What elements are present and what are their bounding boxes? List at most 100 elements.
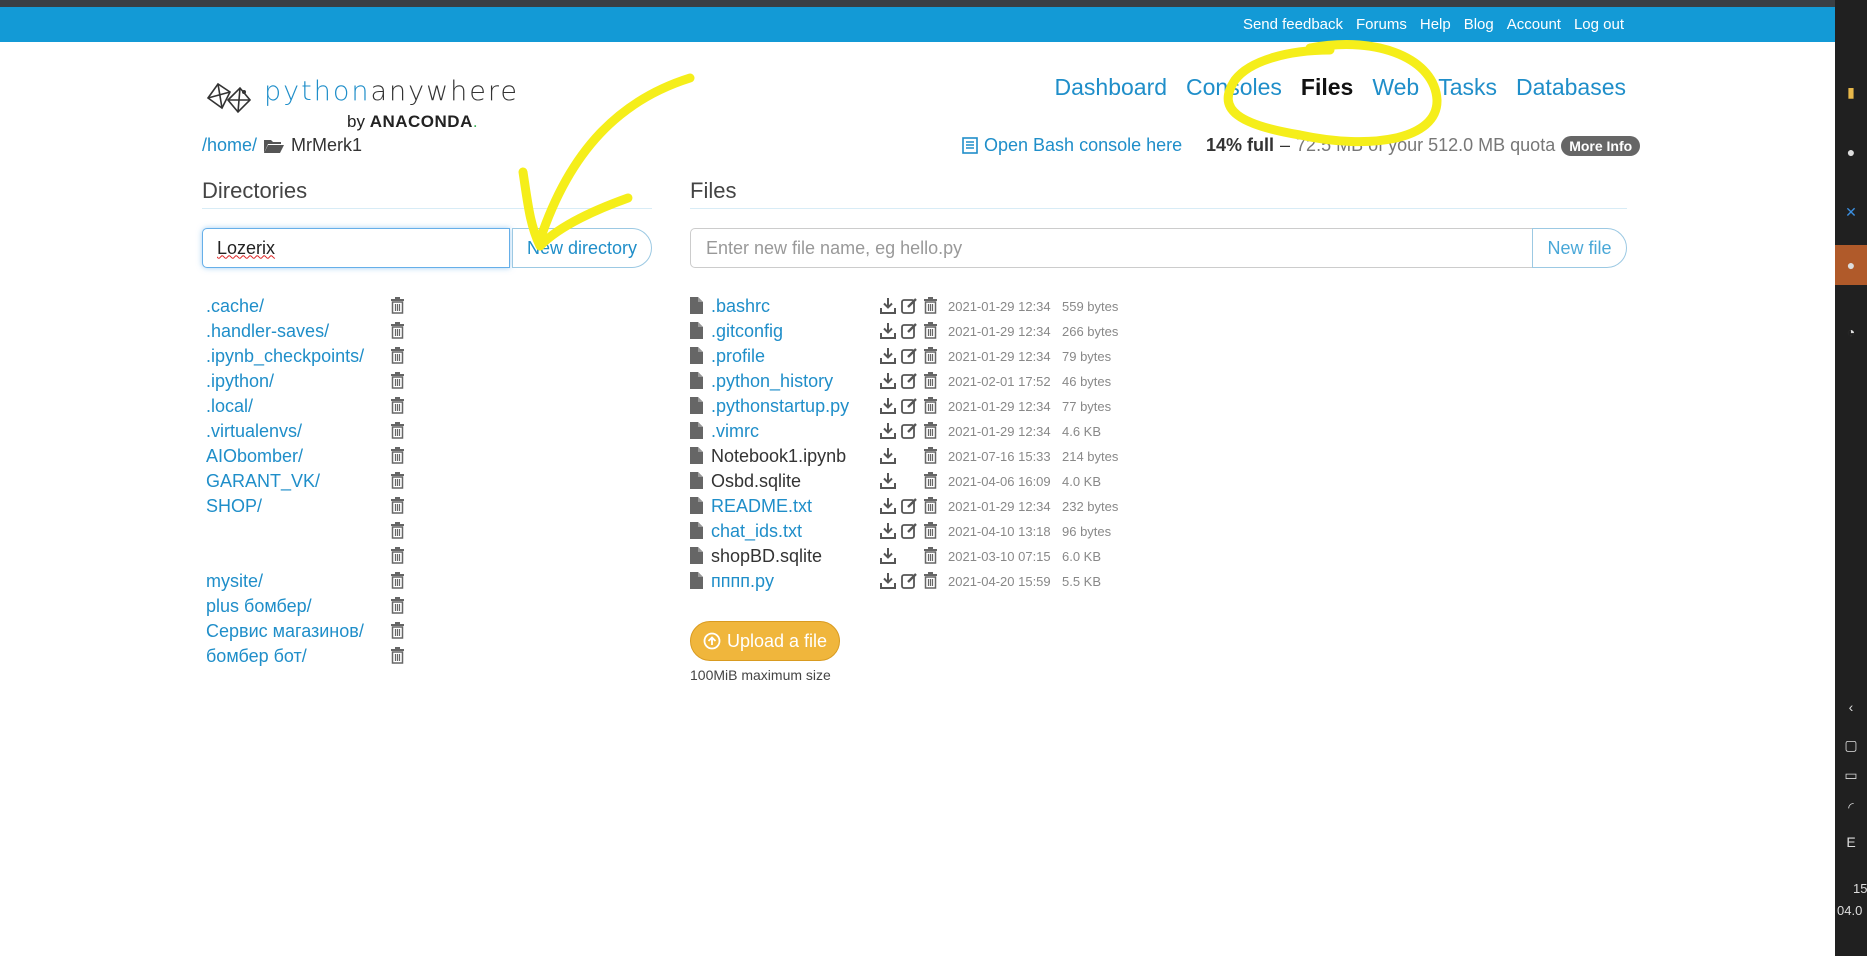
directory-link[interactable]: .ipython/ — [206, 371, 274, 392]
account-link[interactable]: Account — [1507, 16, 1561, 33]
download-icon[interactable] — [880, 497, 896, 519]
trash-icon[interactable] — [923, 472, 938, 494]
file-name[interactable]: .gitconfig — [711, 321, 783, 342]
download-icon[interactable] — [880, 397, 896, 419]
directory-link[interactable]: .ipynb_checkpoints/ — [206, 346, 364, 367]
browser-icon[interactable]: ● — [1835, 245, 1867, 285]
file-name[interactable]: .python_history — [711, 371, 833, 392]
download-icon[interactable] — [880, 297, 896, 319]
download-icon[interactable] — [880, 322, 896, 344]
directory-link[interactable]: Сервис магазинов/ — [206, 621, 364, 642]
nav-files[interactable]: Files — [1301, 74, 1353, 101]
download-icon[interactable] — [880, 447, 896, 469]
trash-icon[interactable] — [923, 572, 938, 594]
file-name[interactable]: README.txt — [711, 496, 812, 517]
trash-icon[interactable] — [390, 547, 405, 569]
nav-web[interactable]: Web — [1372, 74, 1419, 101]
trash-icon[interactable] — [923, 322, 938, 344]
vscode-icon[interactable]: ✕ — [1835, 192, 1867, 232]
download-icon[interactable] — [880, 372, 896, 394]
trash-icon[interactable] — [390, 322, 405, 344]
file-name[interactable]: .profile — [711, 346, 765, 367]
trash-icon[interactable] — [923, 522, 938, 544]
file-name[interactable]: .bashrc — [711, 296, 770, 317]
edit-icon[interactable] — [901, 397, 918, 419]
download-icon[interactable] — [880, 347, 896, 369]
open-bash-link[interactable]: Open Bash console here — [962, 135, 1182, 156]
trash-icon[interactable] — [923, 347, 938, 369]
download-icon[interactable] — [880, 472, 896, 494]
directory-link[interactable]: .handler-saves/ — [206, 321, 329, 342]
trash-icon[interactable] — [923, 547, 938, 569]
language-indicator[interactable]: E — [1835, 830, 1867, 854]
trash-icon[interactable] — [923, 397, 938, 419]
pythonanywhere-logo[interactable]: pythonanywhere by ANACONDA. — [202, 74, 517, 134]
directory-link[interactable]: .cache/ — [206, 296, 264, 317]
trash-icon[interactable] — [923, 422, 938, 444]
file-name[interactable]: .vimrc — [711, 421, 759, 442]
trash-icon[interactable] — [923, 372, 938, 394]
download-icon[interactable] — [880, 572, 896, 594]
directory-link[interactable]: AIObomber/ — [206, 446, 303, 467]
edit-icon[interactable] — [901, 497, 918, 519]
send-feedback-link[interactable]: Send feedback — [1243, 16, 1343, 33]
meet-icon[interactable]: ▢ — [1835, 733, 1867, 757]
app-icon[interactable]: ● — [1835, 132, 1867, 172]
download-icon[interactable] — [880, 422, 896, 444]
download-icon[interactable] — [880, 522, 896, 544]
trash-icon[interactable] — [390, 522, 405, 544]
new-directory-button[interactable]: New directory — [512, 228, 652, 268]
directory-link[interactable]: .virtualenvs/ — [206, 421, 302, 442]
trash-icon[interactable] — [390, 472, 405, 494]
directory-link[interactable]: plus бомбер/ — [206, 596, 312, 617]
nav-tasks[interactable]: Tasks — [1438, 74, 1497, 101]
new-file-button[interactable]: New file — [1532, 228, 1627, 268]
edit-icon[interactable] — [901, 572, 918, 594]
edit-icon[interactable] — [901, 347, 918, 369]
app2-icon[interactable]: ◔ — [1835, 312, 1867, 352]
directory-link[interactable]: бомбер бот/ — [206, 646, 307, 667]
trash-icon[interactable] — [923, 447, 938, 469]
trash-icon[interactable] — [390, 372, 405, 394]
trash-icon[interactable] — [390, 447, 405, 469]
directory-link[interactable]: SHOP/ — [206, 496, 262, 517]
trash-icon[interactable] — [390, 647, 405, 669]
trash-icon[interactable] — [390, 347, 405, 369]
edit-icon[interactable] — [901, 422, 918, 444]
logout-link[interactable]: Log out — [1574, 16, 1624, 33]
file-name[interactable]: chat_ids.txt — [711, 521, 802, 542]
breadcrumb-home[interactable]: /home/ — [202, 135, 257, 156]
edit-icon[interactable] — [901, 322, 918, 344]
nav-dashboard[interactable]: Dashboard — [1055, 74, 1168, 101]
directory-link[interactable]: mysite/ — [206, 571, 263, 592]
trash-icon[interactable] — [390, 572, 405, 594]
download-icon[interactable] — [880, 547, 896, 569]
trash-icon[interactable] — [390, 597, 405, 619]
clock[interactable]: 15 04.0 — [1837, 878, 1867, 922]
folder-icon[interactable]: ▮ — [1835, 72, 1867, 112]
new-file-input[interactable]: Enter new file name, eg hello.py — [690, 228, 1533, 268]
trash-icon[interactable] — [390, 297, 405, 319]
edit-icon[interactable] — [901, 297, 918, 319]
nav-databases[interactable]: Databases — [1516, 74, 1626, 101]
edit-icon[interactable] — [901, 372, 918, 394]
trash-icon[interactable] — [390, 497, 405, 519]
upload-file-button[interactable]: Upload a file — [690, 621, 840, 661]
forums-link[interactable]: Forums — [1356, 16, 1407, 33]
trash-icon[interactable] — [390, 397, 405, 419]
directory-link[interactable]: .local/ — [206, 396, 253, 417]
file-name[interactable]: .pythonstartup.py — [711, 396, 849, 417]
file-name[interactable]: пппп.py — [711, 571, 774, 592]
new-directory-input[interactable]: Lozerix — [202, 228, 510, 268]
blog-link[interactable]: Blog — [1464, 16, 1494, 33]
battery-icon[interactable]: ▭ — [1835, 763, 1867, 787]
edit-icon[interactable] — [901, 522, 918, 544]
help-link[interactable]: Help — [1420, 16, 1451, 33]
nav-consoles[interactable]: Consoles — [1186, 74, 1282, 101]
more-info-button[interactable]: More Info — [1561, 135, 1641, 156]
directory-link[interactable]: GARANT_VK/ — [206, 471, 320, 492]
trash-icon[interactable] — [390, 622, 405, 644]
trash-icon[interactable] — [923, 497, 938, 519]
chevron-left-icon[interactable]: ‹ — [1835, 695, 1867, 719]
trash-icon[interactable] — [923, 297, 938, 319]
